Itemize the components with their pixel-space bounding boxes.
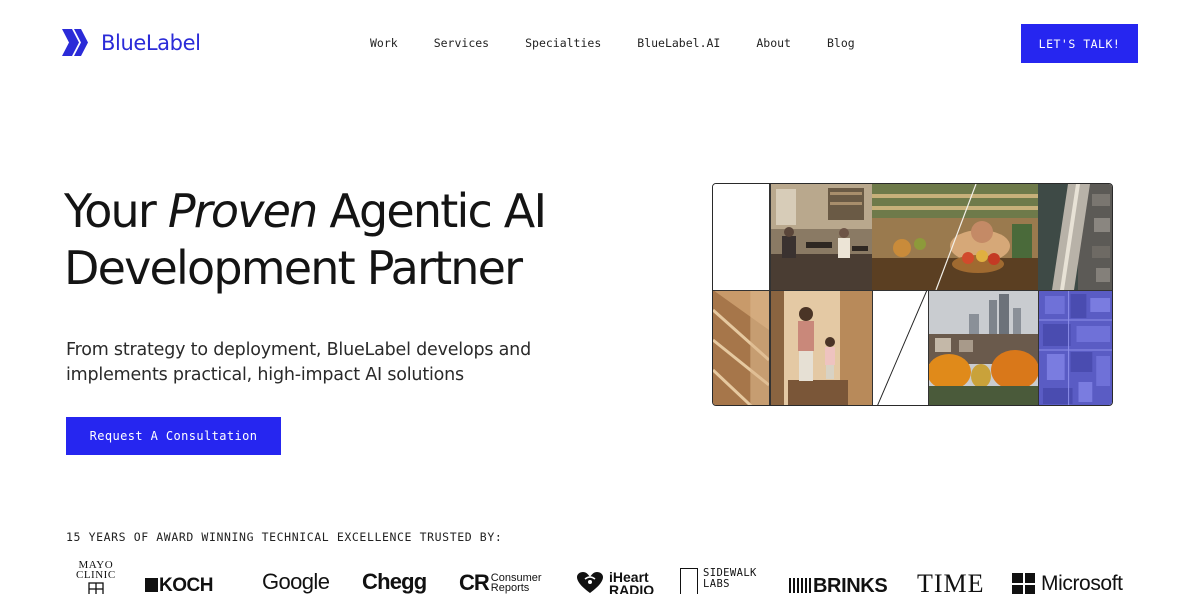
market-shop-photo bbox=[872, 184, 1038, 290]
main-nav: Work Services Specialties BlueLabel.AI A… bbox=[352, 36, 873, 50]
nav-item-services[interactable]: Services bbox=[416, 36, 507, 50]
mosaic-col-divider bbox=[770, 184, 771, 405]
sidewalk-labs-logo: SIDEWALK LABS bbox=[680, 568, 757, 594]
iheart-radio-logo: iHeart RADIO bbox=[575, 570, 655, 594]
client-logos-row: MAYO CLINIC KOCH Google Chegg CR Consume… bbox=[0, 555, 1201, 594]
brinks-logo: BRINKS bbox=[789, 575, 888, 594]
mayo-line-2: CLINIC bbox=[76, 569, 116, 581]
brinks-wordmark: BRINKS bbox=[813, 575, 888, 594]
google-logo: Google bbox=[262, 569, 330, 594]
iheart-line-2: RADIO bbox=[609, 582, 655, 594]
cr-mark: CR bbox=[459, 570, 490, 594]
brand-name: BlueLabel bbox=[101, 30, 201, 55]
cafe-interior-photo bbox=[770, 184, 872, 290]
sidewalk-wordmark: SIDEWALK LABS bbox=[703, 568, 757, 594]
nav-item-bluelabel-ai[interactable]: BlueLabel.AI bbox=[619, 36, 738, 50]
diagonal-line-panel bbox=[872, 290, 929, 405]
hero-title: Your Proven Agentic AI Development Partn… bbox=[64, 183, 624, 297]
blue-aerial-map-photo bbox=[1038, 290, 1112, 405]
microsoft-wordmark: Microsoft bbox=[1041, 572, 1123, 594]
koch-wordmark: KOCH bbox=[159, 575, 213, 594]
mosaic-row-divider bbox=[713, 290, 1112, 291]
nav-item-about[interactable]: About bbox=[738, 36, 809, 50]
mayo-clinic-logo: MAYO CLINIC bbox=[76, 560, 116, 594]
request-consultation-button[interactable]: Request A Consultation bbox=[66, 417, 281, 455]
nav-item-specialties[interactable]: Specialties bbox=[507, 36, 619, 50]
bluelabel-logo-icon bbox=[62, 29, 88, 56]
hero-title-prefix: Your bbox=[64, 184, 168, 238]
microsoft-grid-icon bbox=[1012, 572, 1035, 594]
hero-subtitle: From strategy to deployment, BlueLabel d… bbox=[66, 340, 531, 385]
lets-talk-button[interactable]: LET'S TALK! bbox=[1021, 24, 1138, 63]
iheart-icon bbox=[577, 572, 603, 593]
sidewalk-mark-icon bbox=[680, 568, 698, 594]
hero-title-emphasis: Proven bbox=[167, 184, 318, 238]
hero-image-mosaic bbox=[712, 183, 1113, 406]
brinks-bars-icon bbox=[789, 578, 811, 593]
autumn-city-photo bbox=[929, 290, 1038, 405]
mother-child-doorway-photo bbox=[770, 290, 872, 405]
blank-panel bbox=[713, 184, 770, 290]
brand-logo[interactable]: BlueLabel bbox=[62, 28, 201, 57]
chegg-logo: Chegg bbox=[362, 569, 427, 594]
wood-corridor-photo bbox=[713, 290, 770, 405]
trusted-by-heading: 15 YEARS OF AWARD WINNING TECHNICAL EXCE… bbox=[66, 530, 503, 544]
koch-logo: KOCH bbox=[145, 575, 213, 594]
cr-line-2: Reports bbox=[490, 582, 530, 594]
mayo-shield-icon bbox=[88, 582, 104, 594]
microsoft-logo: Microsoft bbox=[1012, 572, 1123, 594]
iheart-wordmark: iHeart RADIO bbox=[609, 570, 655, 594]
cr-wordmark: Consumer Reports bbox=[490, 573, 542, 594]
consumer-reports-logo: CR Consumer Reports bbox=[459, 570, 542, 594]
nav-item-blog[interactable]: Blog bbox=[809, 36, 873, 50]
aerial-road-photo bbox=[1038, 184, 1112, 290]
koch-k-icon bbox=[145, 578, 158, 592]
time-logo: TIME bbox=[917, 569, 985, 594]
nav-item-work[interactable]: Work bbox=[352, 36, 416, 50]
sidewalk-line-2: LABS bbox=[703, 578, 730, 590]
